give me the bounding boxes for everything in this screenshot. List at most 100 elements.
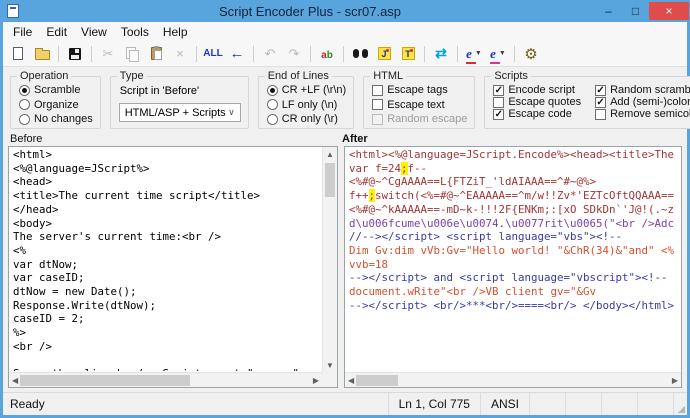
check-control[interactable] <box>372 99 384 110</box>
check-control[interactable] <box>595 108 607 120</box>
code-line: </head> <box>13 202 59 216</box>
back-button[interactable]: ← <box>226 43 248 64</box>
option-label: Escape code <box>508 108 572 120</box>
scroll-left-icon[interactable]: ◀ <box>348 373 354 387</box>
option-label: Escape tags <box>387 84 448 96</box>
settings-button[interactable]: ⚙ <box>520 43 542 64</box>
paste-button[interactable] <box>145 43 167 64</box>
paste-icon <box>150 46 162 60</box>
scroll-thumb[interactable] <box>325 163 335 197</box>
code-line: <html> <box>13 148 53 161</box>
type-label: Script in 'Before' <box>119 85 200 97</box>
radio-cr-lf-r-n[interactable]: CR +LF (\r\n) <box>266 84 346 96</box>
option-label: Random escape <box>387 113 468 125</box>
scroll-thumb[interactable] <box>356 374 399 386</box>
check-control[interactable]: ✓ <box>493 84 505 96</box>
pane-labels: Before After <box>3 131 687 146</box>
new-button[interactable] <box>7 43 29 64</box>
radio-scramble[interactable]: Scramble <box>19 84 93 96</box>
check-control[interactable] <box>372 84 384 96</box>
code-line: <title>The current time script</title> <box>13 189 261 203</box>
encoder-dropdown-2[interactable]: e ▼ <box>487 43 509 64</box>
replace-button[interactable]: ab <box>316 43 338 64</box>
scroll-right-icon[interactable]: ▶ <box>672 373 678 387</box>
resize-grip[interactable] <box>673 393 687 415</box>
close-button[interactable]: × <box>649 2 689 20</box>
before-pane-label: Before <box>10 133 43 145</box>
option-label: CR only (\r) <box>281 113 338 125</box>
radio-control[interactable] <box>19 99 30 110</box>
save-icon <box>69 47 81 60</box>
type-group: Type Script in 'Before' HTML/ASP + Scrip… <box>109 70 249 129</box>
undo-button: ↶ <box>259 43 281 64</box>
scroll-left-icon[interactable]: ◀ <box>12 373 18 387</box>
check-escape-tags[interactable]: Escape tags <box>372 84 467 96</box>
new-document-icon <box>13 47 23 60</box>
before-horizontal-scrollbar[interactable]: ◀ ▶ <box>9 372 322 387</box>
check-control[interactable]: ✓ <box>493 108 505 120</box>
radio-control[interactable] <box>266 84 278 96</box>
select-all-icon: ALL <box>203 48 223 59</box>
before-code-area[interactable]: <html> <%@language=JScript%> <head> <title>… <box>13 148 321 371</box>
minimize-button[interactable]: – <box>595 2 622 20</box>
menu-tools[interactable]: Tools <box>114 23 156 41</box>
check-escape-quotes[interactable]: Escape quotes <box>493 96 581 108</box>
after-pane-label: After <box>342 133 368 145</box>
radio-control[interactable] <box>266 113 278 125</box>
check-remove-semicolons[interactable]: Remove semicolons <box>595 108 690 120</box>
after-code-area[interactable]: <html><%@language=JScript.Encode%><head>… <box>349 148 678 371</box>
check-random-scramble[interactable]: ✓Random scramble <box>595 84 690 96</box>
type-dropdown[interactable]: HTML/ASP + Scripts ∨ <box>118 103 241 122</box>
check-add-semi-colons[interactable]: ✓ Add (semi-)colons <box>595 96 690 108</box>
radio-control[interactable] <box>19 84 30 96</box>
scroll-track[interactable] <box>323 161 337 358</box>
toolbar-separator <box>424 45 425 62</box>
scroll-down-icon[interactable]: ▼ <box>326 358 334 372</box>
radio-lf-only-n[interactable]: LF only (\n) <box>266 99 346 111</box>
delete-icon: × <box>176 46 184 61</box>
scroll-right-icon[interactable]: ▶ <box>313 373 319 387</box>
code-line: //--></script> <script language="vbs"><!… <box>349 230 623 244</box>
radio-no-changes[interactable]: No changes <box>19 113 93 125</box>
after-horizontal-scrollbar[interactable]: ◀ ▶ <box>345 372 681 387</box>
select-all-button[interactable]: ALL <box>202 43 224 64</box>
scroll-up-icon[interactable]: ▲ <box>326 147 334 161</box>
maximize-button[interactable]: □ <box>622 2 649 20</box>
radio-control[interactable] <box>266 99 278 110</box>
check-control[interactable]: ✓ <box>595 84 607 96</box>
js-encode-button[interactable]: J <box>373 43 395 64</box>
check-random-escape: Random escape <box>372 113 467 125</box>
check-control[interactable]: ✓ <box>595 96 607 108</box>
group-title: HTML <box>370 70 407 82</box>
radio-control[interactable] <box>19 113 30 125</box>
radio-cr-only-r[interactable]: CR only (\r) <box>266 113 346 125</box>
menu-file[interactable]: File <box>6 23 39 41</box>
scroll-thumb[interactable] <box>20 374 191 386</box>
check-escape-code[interactable]: ✓ Escape code <box>493 108 581 120</box>
js-encode-icon: J <box>377 47 391 60</box>
open-button[interactable] <box>31 43 53 64</box>
menu-help[interactable]: Help <box>156 23 195 41</box>
check-escape-text[interactable]: Escape text <box>372 99 467 111</box>
group-title: Operation <box>17 70 72 82</box>
radio-organize[interactable]: Organize <box>19 99 93 111</box>
save-button[interactable] <box>64 43 86 64</box>
code-line: <body> <box>13 216 53 230</box>
toolbar-separator <box>253 45 254 62</box>
swap-panes-button[interactable]: ⇄ <box>430 43 452 64</box>
window-title: Script Encoder Plus - scr07.asp <box>218 3 402 19</box>
vb-encode-button[interactable]: T <box>397 43 419 64</box>
chevron-down-icon: ∨ <box>228 107 235 117</box>
check-control[interactable] <box>493 96 505 108</box>
check-encode-script[interactable]: ✓ Encode script <box>493 84 581 96</box>
encoder-icon: e <box>466 45 476 64</box>
group-title: Scripts <box>491 70 531 82</box>
status-cell <box>565 393 601 415</box>
option-label: No changes <box>34 113 93 125</box>
encoder-dropdown-1[interactable]: e ▼ <box>463 43 485 64</box>
before-vertical-scrollbar[interactable]: ▲ ▼ <box>322 147 337 372</box>
status-message: Ready <box>10 397 45 411</box>
menu-view[interactable]: View <box>74 23 114 41</box>
menu-edit[interactable]: Edit <box>39 23 74 41</box>
find-button[interactable] <box>349 43 371 64</box>
